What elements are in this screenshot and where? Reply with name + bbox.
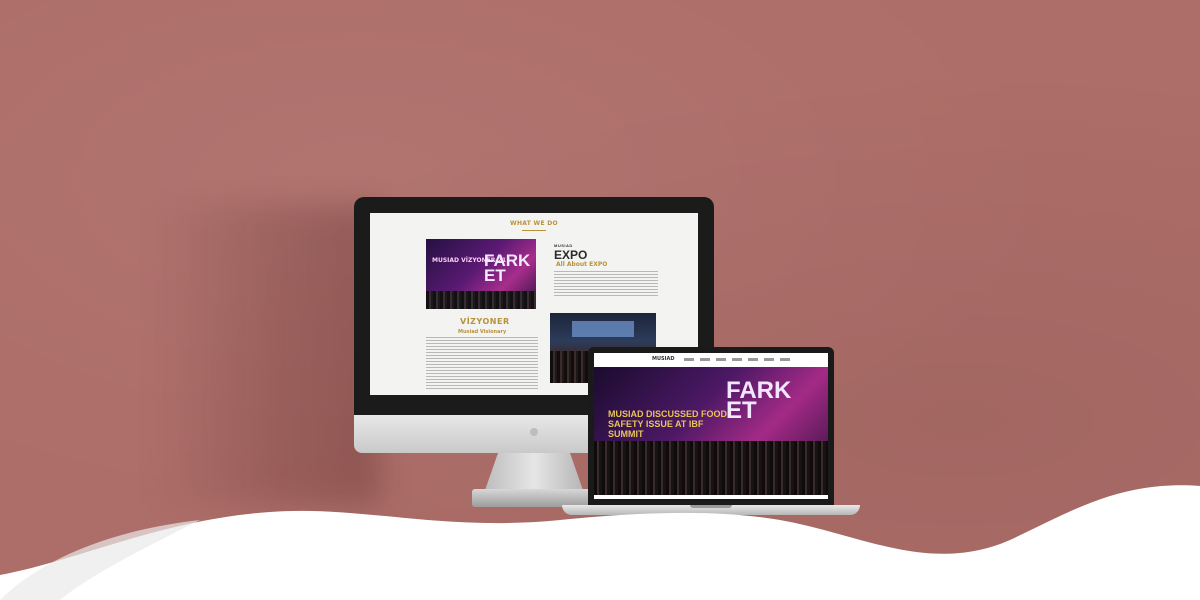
white-wave-shape: [0, 485, 1200, 600]
